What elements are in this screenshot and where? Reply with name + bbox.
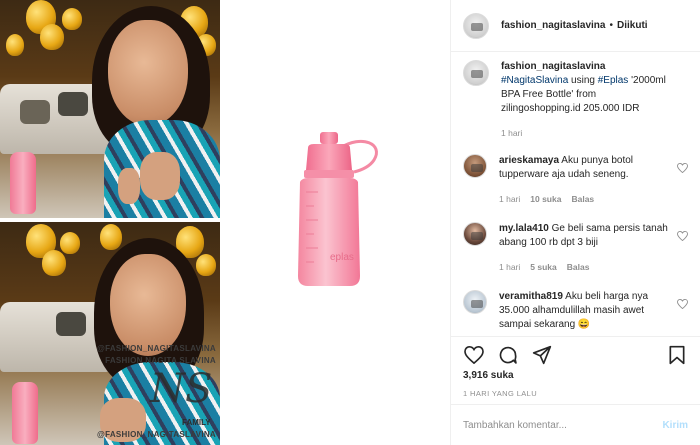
likes-count[interactable]: 3,916 suka	[463, 370, 514, 381]
heart-icon[interactable]	[677, 231, 688, 241]
hashtag-link[interactable]: #Eplas	[598, 75, 629, 86]
comment-time[interactable]: 1 hari	[499, 260, 520, 274]
comment-item: arieskamaya Aku punya botol tupperware a…	[463, 154, 688, 222]
caption-time[interactable]: 1 hari	[501, 126, 522, 140]
hashtag-link[interactable]: #NagitaSlavina	[501, 75, 568, 86]
reply-button[interactable]: Balas	[571, 192, 594, 206]
bookmark-icon[interactable]	[666, 344, 688, 366]
avatar[interactable]	[463, 12, 489, 39]
comment-input[interactable]	[463, 419, 663, 431]
comment-username[interactable]: veramitha819	[499, 291, 563, 302]
comment-username[interactable]: arieskamaya	[499, 155, 559, 166]
watermark-initials: NS	[150, 366, 213, 412]
video-still-top	[0, 0, 220, 218]
comment-item: veramitha819 Aku beli harga nya 35.000 a…	[463, 290, 688, 332]
bottle-brand-label: eplas	[330, 252, 354, 263]
watermark-name: FASHION NAGITA SLAVINA	[105, 356, 216, 365]
share-icon[interactable]	[531, 344, 553, 366]
comment-likes[interactable]: 5 suka	[530, 260, 556, 274]
follow-status-button[interactable]: Diikuti	[617, 20, 648, 31]
instagram-post: @FASHION_NAGITASLAVINA FASHION NAGITA SL…	[0, 0, 700, 445]
comment-icon[interactable]	[497, 344, 519, 366]
post-side-panel: fashion_nagitaslavina • Diikuti fashion_…	[450, 0, 700, 445]
post-comment-button[interactable]: Kirim	[662, 420, 688, 431]
watermark-handle-bottom: @FASHION_NAGITASLAVINA	[97, 430, 216, 439]
comment-username[interactable]: my.lala410	[499, 223, 549, 234]
heart-icon[interactable]	[677, 299, 688, 309]
caption-username[interactable]: fashion_nagitaslavina	[501, 61, 605, 72]
post-actions	[451, 336, 700, 372]
avatar[interactable]	[463, 154, 487, 178]
video-still-bottom: @FASHION_NAGITASLAVINA FASHION NAGITA SL…	[0, 222, 220, 445]
comment-time[interactable]: 1 hari	[499, 192, 520, 206]
reply-button[interactable]: Balas	[567, 260, 590, 274]
watermark-handle-top: @FASHION_NAGITASLAVINA	[97, 344, 216, 353]
watermark-family: FAMILY	[182, 418, 211, 427]
avatar[interactable]	[463, 222, 487, 246]
separator-dot: •	[609, 20, 613, 31]
post-header: fashion_nagitaslavina • Diikuti	[451, 0, 700, 52]
post-media[interactable]: @FASHION_NAGITASLAVINA FASHION NAGITA SL…	[0, 0, 450, 445]
add-comment-bar: Kirim	[451, 404, 700, 445]
comment-item: my.lala410 Ge beli sama persis tanah aba…	[463, 222, 688, 290]
pink-water-bottle: eplas	[292, 126, 382, 296]
comments-list: fashion_nagitaslavina #NagitaSlavina usi…	[451, 52, 700, 340]
avatar[interactable]	[463, 60, 489, 86]
caption: fashion_nagitaslavina #NagitaSlavina usi…	[463, 60, 688, 154]
pink-bottle-small	[10, 152, 36, 214]
caption-text: using	[571, 75, 595, 86]
pink-bottle-small	[12, 382, 38, 444]
avatar[interactable]	[463, 290, 487, 314]
heart-icon[interactable]	[677, 163, 688, 173]
post-date[interactable]: 1 HARI YANG LALU	[463, 389, 537, 398]
comment-likes[interactable]: 10 suka	[530, 192, 561, 206]
heart-icon[interactable]	[463, 344, 485, 366]
header-username[interactable]: fashion_nagitaslavina	[501, 20, 605, 31]
